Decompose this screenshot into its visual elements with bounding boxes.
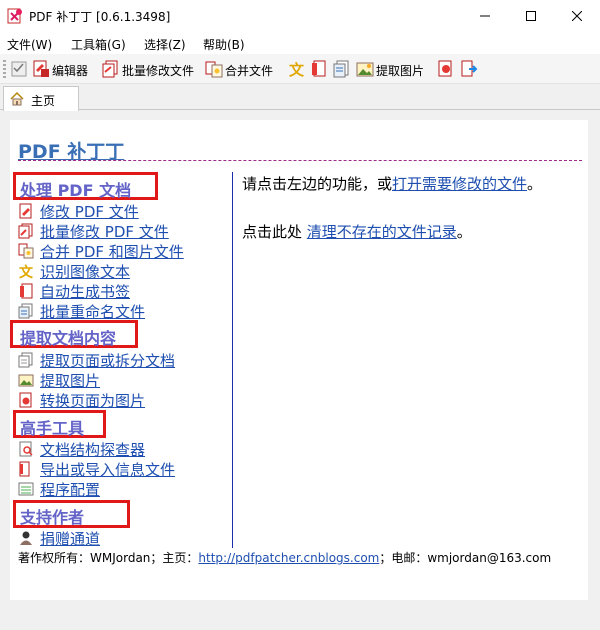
pdf-editor-icon (33, 60, 49, 77)
editor-button[interactable]: 编辑器 (32, 59, 94, 79)
bookmark-icon (20, 283, 33, 299)
tab-home-label: 主页 (31, 94, 56, 108)
section-heading-process-pdf: 处理 PDF 文档 (20, 181, 132, 200)
editor-label: 编辑器 (52, 64, 89, 78)
menu-file[interactable]: 文件(W) (7, 36, 52, 53)
merge-label: 合并文件 (225, 64, 274, 78)
toolbar-grip[interactable] (3, 60, 6, 78)
svg-text:文: 文 (289, 61, 305, 79)
tab-home[interactable]: 主页 (3, 86, 79, 111)
section-heading-extract-content: 提取文档内容 (20, 329, 117, 348)
section-heading-expert-tools: 高手工具 (20, 419, 85, 438)
batch-modify-button[interactable]: 批量修改文件 (102, 59, 198, 79)
homepage-link[interactable]: http://pdfpatcher.cnblogs.com (198, 551, 379, 565)
section-heading-support-author: 支持作者 (20, 508, 85, 527)
menu-toolbox[interactable]: 工具箱(G) (71, 36, 126, 53)
ocr-text-icon: 文 (19, 264, 34, 279)
merge-files-icon (205, 61, 223, 78)
toolbar: 编辑器 批量修改文件 合并文件 文 提取图片 (0, 54, 600, 84)
minimize-icon (480, 15, 490, 17)
minimize-button[interactable] (462, 0, 508, 32)
open-file-link[interactable]: 打开需要修改的文件 (392, 175, 527, 193)
export-info-icon[interactable] (460, 59, 478, 79)
title-bar: PDF 补丁丁 [0.6.1.3498] (0, 0, 600, 32)
batch-pdf-icon (18, 223, 33, 239)
convert-to-image-icon (19, 392, 32, 408)
title-divider (18, 160, 582, 161)
bookmark-icon[interactable] (310, 59, 328, 79)
instruction-text: 请点击左边的功能，或打开需要修改的文件。 (242, 175, 543, 193)
window-title: PDF 补丁丁 [0.6.1.3498] (29, 10, 171, 24)
close-button[interactable] (554, 0, 600, 32)
merge-files-icon (18, 243, 34, 259)
structure-explorer-icon (19, 441, 33, 457)
menu-help[interactable]: 帮助(B) (203, 36, 245, 53)
maximize-button[interactable] (508, 0, 554, 32)
export-info-icon (19, 461, 30, 477)
person-icon (20, 531, 32, 545)
copyright-footer: 著作权所有：WMJordan；主页：http://pdfpatcher.cnbl… (18, 551, 552, 565)
menu-bar: 文件(W) 工具箱(G) 选择(Z) 帮助(B) (0, 32, 600, 54)
cleanup-records-link[interactable]: 清理不存在的文件记录 (307, 223, 457, 241)
maximize-icon (526, 11, 536, 21)
column-separator (232, 172, 233, 548)
tab-strip: 主页 (0, 84, 600, 111)
extract-images-icon (356, 62, 374, 77)
svg-text:文: 文 (19, 264, 34, 279)
ocr-text-icon[interactable]: 文 (287, 59, 305, 79)
pdf-edit-icon (19, 203, 32, 219)
extract-images-icon (18, 374, 34, 387)
extract-images-button[interactable]: 提取图片 (356, 59, 432, 79)
batch-pdf-icon (102, 60, 118, 78)
app-logo-icon (7, 8, 22, 24)
rename-files-icon (18, 303, 33, 319)
cleanup-text: 点击此处 清理不存在的文件记录。 (242, 223, 472, 241)
home-icon (10, 91, 24, 106)
merge-button[interactable]: 合并文件 (205, 59, 279, 79)
convert-to-image-icon[interactable] (437, 59, 455, 79)
checklist-icon[interactable] (10, 59, 28, 79)
extract-pages-icon (18, 352, 33, 368)
batch-modify-label: 批量修改文件 (122, 64, 195, 78)
menu-select[interactable]: 选择(Z) (144, 36, 186, 53)
close-icon (572, 11, 582, 21)
window-bottom-edge (0, 608, 600, 630)
rename-files-icon[interactable] (333, 59, 351, 79)
settings-checklist-icon (18, 482, 34, 496)
extract-images-label: 提取图片 (376, 64, 425, 78)
